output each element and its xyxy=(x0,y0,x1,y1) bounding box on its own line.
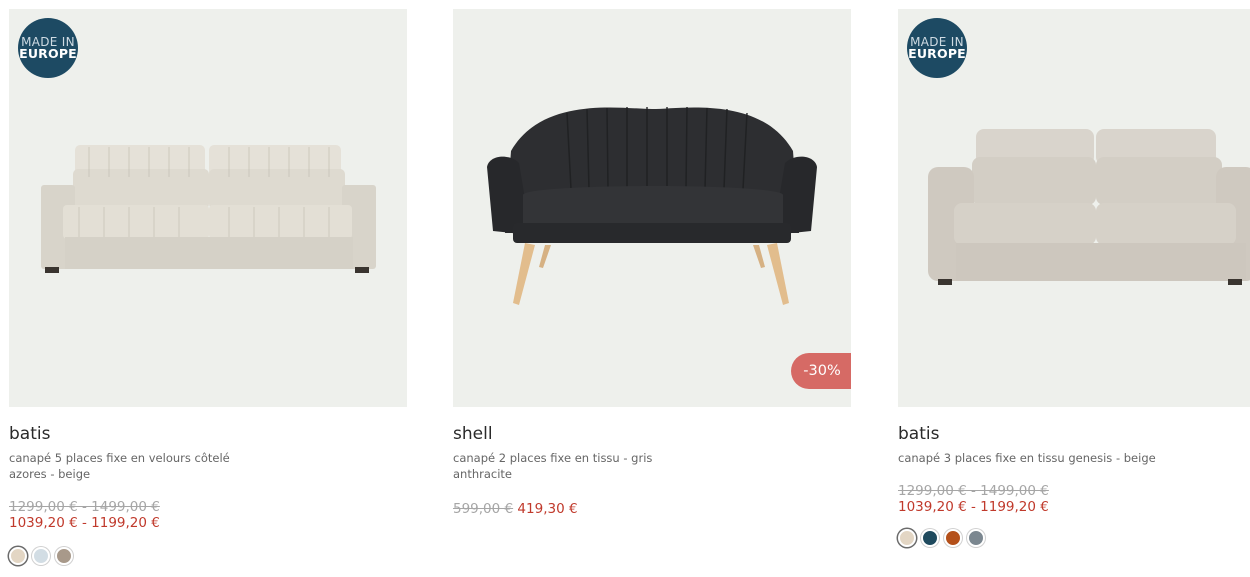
product-prices: 1299,00 € - 1499,00 € 1039,20 € - 1199,2… xyxy=(898,483,1250,515)
product-description[interactable]: canapé 5 places fixe en velours côtelé a… xyxy=(9,450,269,482)
discount-badge: -30% xyxy=(791,353,851,389)
product-card-batis-5-places[interactable]: MADE IN EUROPE batis canapé 5 places fix… xyxy=(9,9,407,565)
product-title[interactable]: batis xyxy=(9,423,407,445)
badge-line2: EUROPE xyxy=(908,45,966,61)
swatch-beige[interactable] xyxy=(898,529,916,547)
sale-price: 1039,20 € - 1199,20 € xyxy=(9,515,160,531)
color-swatches xyxy=(898,529,1250,547)
product-image[interactable]: MADE IN EUROPE xyxy=(898,9,1250,407)
made-in-europe-badge: MADE IN EUROPE xyxy=(18,18,78,78)
old-price: 1299,00 € - 1499,00 € xyxy=(898,483,1049,499)
product-prices: 1299,00 € - 1499,00 € 1039,20 € - 1199,2… xyxy=(9,499,407,531)
old-price: 1299,00 € - 1499,00 € xyxy=(9,499,160,515)
badge-line2: EUROPE xyxy=(19,45,77,61)
product-description[interactable]: canapé 2 places fixe en tissu - gris ant… xyxy=(453,450,713,482)
swatch-grey[interactable] xyxy=(967,529,985,547)
product-card-batis-3-places[interactable]: MADE IN EUROPE batis canapé 3 places fix… xyxy=(898,9,1250,547)
color-swatches xyxy=(9,547,407,565)
product-title[interactable]: shell xyxy=(453,423,851,445)
swatch-beige[interactable] xyxy=(9,547,27,565)
swatch-light-blue[interactable] xyxy=(32,547,50,565)
sale-price: 419,30 € xyxy=(517,501,578,517)
product-image[interactable]: -30% xyxy=(453,9,851,407)
old-price: 599,00 € xyxy=(453,501,514,517)
sofa-image-anthracite xyxy=(487,106,817,305)
made-in-europe-badge: MADE IN EUROPE xyxy=(907,18,967,78)
sale-price: 1039,20 € - 1199,20 € xyxy=(898,499,1049,515)
product-description[interactable]: canapé 3 places fixe en tissu genesis - … xyxy=(898,450,1158,466)
product-card-shell[interactable]: -30% shell canapé 2 places fixe en tissu… xyxy=(453,9,851,517)
product-title[interactable]: batis xyxy=(898,423,1250,445)
swatch-rust[interactable] xyxy=(944,529,962,547)
swatch-petrol-blue[interactable] xyxy=(921,529,939,547)
product-prices: 599,00 € 419,30 € xyxy=(453,501,851,517)
swatch-taupe[interactable] xyxy=(55,547,73,565)
product-image[interactable]: MADE IN EUROPE xyxy=(9,9,407,407)
